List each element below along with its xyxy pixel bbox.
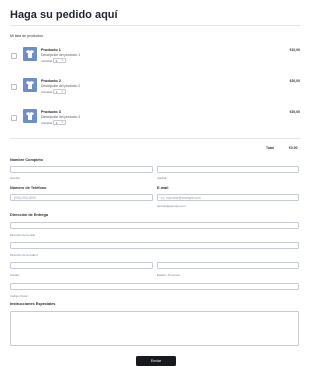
address-label: Dirección de Entrega [10, 213, 48, 217]
product-name: Producto 2 [41, 79, 61, 83]
full-name-label: Nombre Completo [10, 158, 43, 162]
submit-button[interactable]: Enviar [136, 356, 176, 366]
quantity-select[interactable]: 1 ▾ [53, 119, 66, 125]
phone-input[interactable]: (000) 000-0000 [10, 194, 153, 201]
email-sublabel: ejemplo@ejemplo.com [157, 204, 186, 208]
quantity-select[interactable]: 1 ▾ [53, 88, 66, 94]
city-input[interactable] [10, 262, 153, 269]
email-input[interactable]: ej.: myname@example.com [157, 194, 299, 201]
quantity-select[interactable]: 1 ▾ [53, 57, 66, 63]
last-name-sublabel: Apellido [157, 176, 167, 180]
quantity-value: 1 [56, 58, 58, 63]
product-item: Producto 3 Descripción del producto 3 Ca… [10, 107, 300, 131]
product-description: Descripción del producto 2 [41, 84, 81, 88]
tshirt-icon [26, 81, 34, 89]
product-item: Producto 1 Descripción del producto 1 Ca… [10, 45, 300, 69]
street-address-2-input[interactable] [10, 242, 299, 249]
page-title: Haga su pedido aquí [10, 9, 118, 21]
products-divider [10, 138, 300, 139]
quantity-label: Cantidad [41, 90, 53, 94]
product-description: Descripción del producto 3 [41, 115, 81, 119]
tshirt-icon [26, 112, 34, 120]
street-address-input[interactable] [10, 222, 299, 229]
state-input[interactable] [157, 262, 299, 269]
street-address-sublabel: Dirección de la calle [10, 233, 36, 237]
product-checkbox[interactable] [11, 84, 17, 90]
quantity-label: Cantidad [41, 59, 53, 63]
product-thumbnail [23, 78, 37, 92]
phone-label: Número de Teléfono [10, 186, 47, 190]
product-thumbnail [23, 47, 37, 61]
street-address-2-sublabel: Dirección de la Calle 2 [10, 253, 38, 257]
state-sublabel: Estado / Provincia [157, 273, 180, 277]
product-name: Producto 1 [41, 48, 61, 52]
product-thumbnail [23, 109, 37, 123]
product-name: Producto 3 [41, 110, 61, 114]
postal-code-sublabel: Código Postal [10, 294, 28, 298]
email-label: E-mail [157, 186, 169, 190]
instructions-textarea[interactable] [10, 311, 299, 346]
first-name-sublabel: Nombre [10, 176, 20, 180]
last-name-input[interactable] [157, 166, 299, 173]
order-form-page: Haga su pedido aquí Mi lista de producto… [0, 0, 310, 376]
first-name-input[interactable] [10, 166, 153, 173]
city-sublabel: Ciudad [10, 273, 19, 277]
product-checkbox[interactable] [11, 115, 17, 121]
product-item: Producto 2 Descripción del producto 2 Ca… [10, 76, 300, 100]
quantity-label: Cantidad [41, 121, 53, 125]
instructions-label: Instrucciones Especiales [10, 302, 56, 306]
product-description: Descripción del producto 1 [41, 53, 81, 57]
product-price: €30,00 [289, 110, 300, 114]
product-list-label: Mi lista de productos [10, 34, 43, 38]
total-label: Total [266, 146, 274, 150]
product-price: €10,00 [289, 48, 300, 52]
total-value: €0,00 [289, 146, 298, 150]
quantity-value: 1 [56, 120, 58, 125]
product-checkbox[interactable] [11, 53, 17, 59]
tshirt-icon [26, 50, 34, 58]
chevron-down-icon: ▾ [61, 120, 63, 124]
quantity-value: 1 [56, 89, 58, 94]
postal-code-input[interactable] [10, 283, 299, 290]
title-divider [10, 25, 300, 26]
product-price: €20,00 [289, 79, 300, 83]
chevron-down-icon: ▾ [61, 89, 63, 93]
chevron-down-icon: ▾ [61, 58, 63, 62]
